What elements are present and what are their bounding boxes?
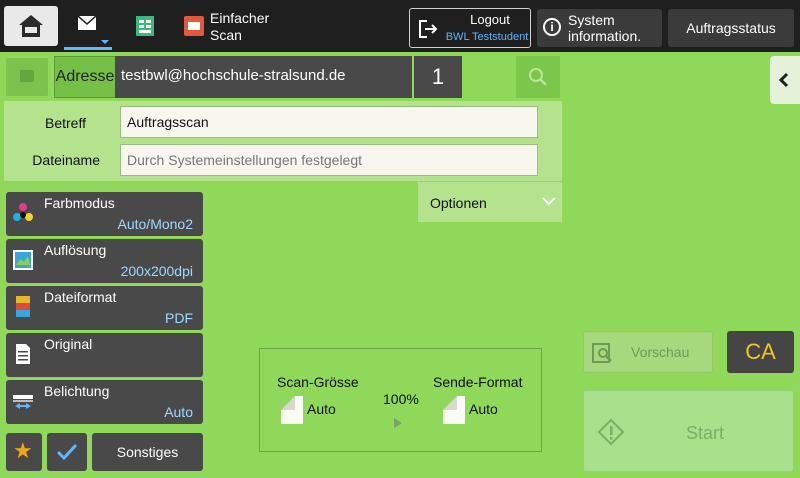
system-information-label: System information. [568,12,642,44]
exposure-label: Belichtung [44,383,110,399]
logged-in-user: BWL Teststudent [445,31,529,43]
send-format-label: Sende-Format [433,374,523,390]
tab-easy-scan[interactable]: Einfacher Scan [180,4,300,50]
subject-input[interactable]: Auftragsscan [120,106,538,138]
email-icon [78,16,96,30]
resolution-button[interactable]: Auflösung 200x200dpi [6,239,203,283]
job-status-button[interactable]: Auftragsstatus [668,9,794,47]
preview-label: Vorschau [631,344,690,360]
side-panel-toggle[interactable] [770,56,800,104]
home-button[interactable] [4,6,58,46]
star-icon: ★ [13,438,33,463]
resolution-icon [13,250,33,270]
clear-all-button[interactable]: CA [727,331,794,373]
scan-size-document-icon [281,396,303,424]
tab-email[interactable] [64,4,112,50]
color-mode-label: Farbmodus [44,195,115,211]
resolution-label: Auflösung [44,242,107,258]
options-label: Optionen [430,195,487,211]
logout-label: Logout [470,12,510,27]
exposure-icon [13,395,33,409]
scale-ratio: 100% [383,391,419,407]
start-label: Start [686,423,725,443]
start-button[interactable]: Start [583,390,794,472]
subject-label: Betreff [45,115,86,131]
color-mode-button[interactable]: Farbmodus Auto/Mono2 [6,192,203,236]
document-icon [136,16,154,36]
exposure-value: Auto [164,404,193,420]
scan-size-value: Auto [307,401,336,417]
filename-input[interactable]: Durch Systemeinstellungen festgelegt [120,144,538,176]
other-button[interactable]: Sonstiges [92,433,203,471]
logout-button[interactable]: Logout BWL Teststudent [409,8,531,48]
send-format-document-icon [443,396,465,424]
color-mode-value: Auto/Mono2 [117,216,194,232]
system-information-button[interactable]: i System information. [537,9,662,47]
start-diamond-icon [598,419,624,445]
original-label: Original [44,336,93,352]
original-icon [16,344,30,364]
resolution-value: 200x200dpi [120,263,193,279]
exposure-button[interactable]: Belichtung Auto [6,380,203,424]
address-book-button[interactable] [6,58,48,96]
address-value[interactable]: testbwl@hochschule-stralsund.de [115,56,412,98]
file-format-label: Dateiformat [44,289,117,305]
original-button[interactable]: Original [6,333,203,377]
file-format-button[interactable]: Dateiformat PDF [6,286,203,330]
search-icon [529,68,547,86]
file-format-icon [16,296,30,317]
info-icon: i [543,18,561,36]
send-format-value: Auto [469,401,498,417]
filename-label: Dateiname [32,152,100,168]
tab-document[interactable] [128,4,164,50]
color-mode-icon [13,203,33,221]
check-settings-button[interactable] [47,433,87,471]
chevron-down-icon [542,197,556,206]
chevron-left-icon [778,72,789,88]
easy-scan-label: Einfacher Scan [210,10,270,43]
checkmark-icon [56,443,78,461]
logout-icon [419,20,438,38]
search-button[interactable] [516,56,560,98]
preview-icon [592,343,612,363]
tab-indicator [101,40,109,44]
preview-button[interactable]: Vorschau [583,331,713,373]
file-format-value: PDF [165,310,193,326]
address-label-button[interactable]: Adresse [54,56,116,98]
options-button[interactable]: Optionen [418,182,562,222]
address-book-icon [20,70,34,82]
arrow-right-icon [394,418,402,428]
home-icon [19,15,43,37]
scan-size-label: Scan-Grösse [277,374,359,390]
favorites-button[interactable]: ★ [6,433,42,471]
scan-icon [184,16,204,36]
address-count[interactable]: 1 [414,56,462,98]
